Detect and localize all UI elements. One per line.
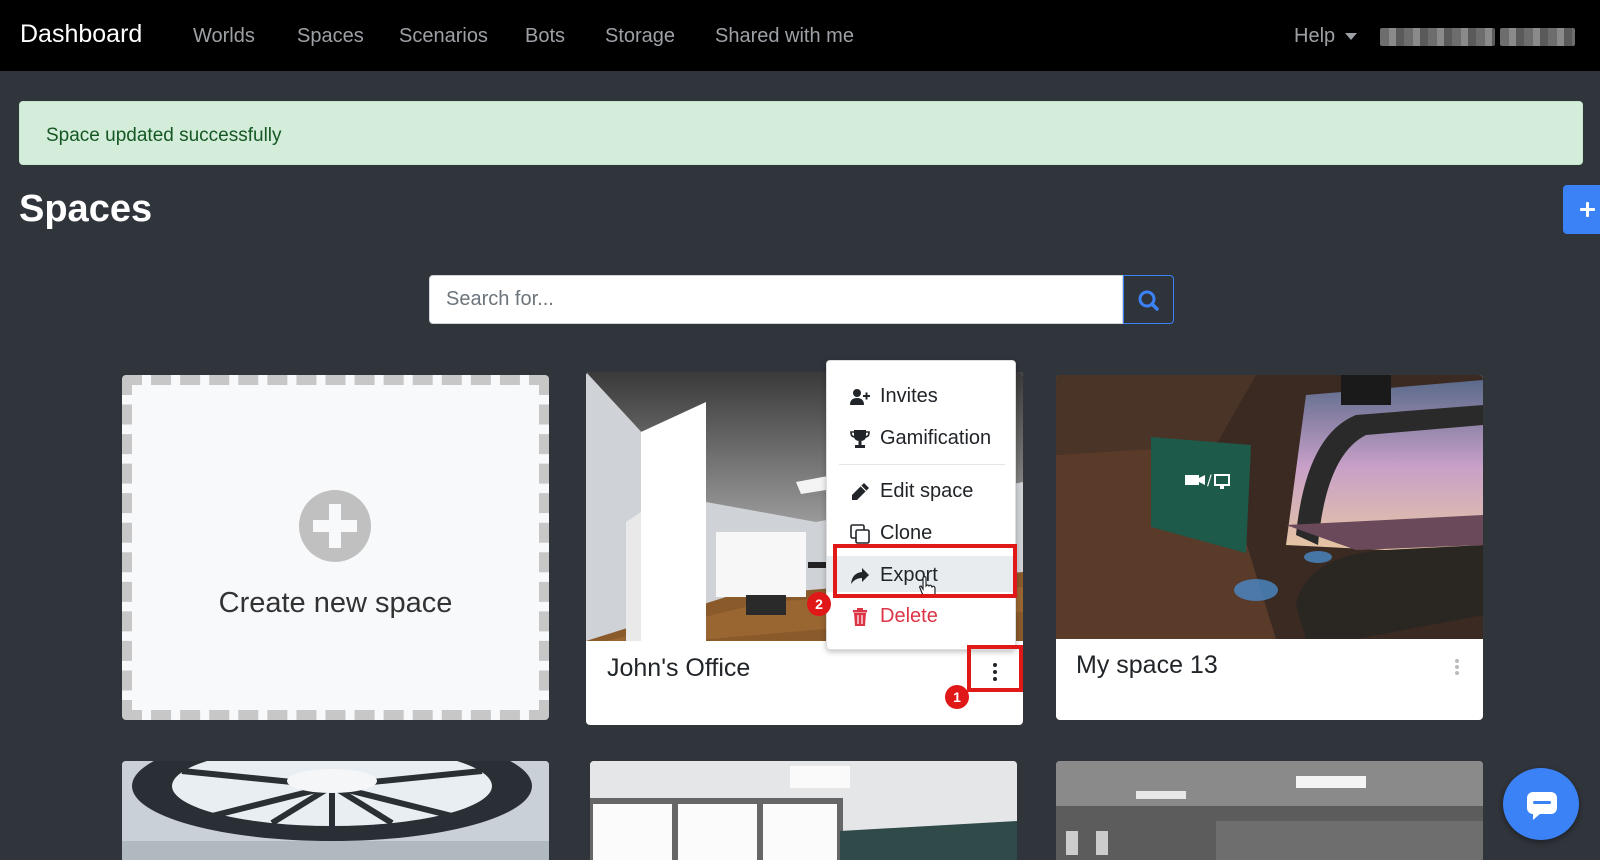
user-email-redacted xyxy=(1500,28,1575,46)
space-thumbnail xyxy=(590,761,1017,860)
menu-item-label: Clone xyxy=(880,522,933,544)
search-icon xyxy=(1138,290,1159,311)
nav-worlds[interactable]: Worlds xyxy=(193,25,255,48)
add-space-button[interactable] xyxy=(1563,185,1600,234)
menu-item-delete[interactable]: Delete xyxy=(827,597,1015,633)
space-card[interactable] xyxy=(590,761,1017,860)
menu-item-label: Delete xyxy=(880,605,938,627)
menu-divider xyxy=(839,464,1005,465)
nav-bots[interactable]: Bots xyxy=(525,25,565,48)
menu-item-label: Gamification xyxy=(880,427,992,449)
chat-widget-button[interactable] xyxy=(1503,768,1579,840)
create-new-space-label: Create new space xyxy=(218,587,453,619)
space-thumbnail xyxy=(122,761,549,860)
alert-text: Space updated successfully xyxy=(46,125,282,146)
brand-link[interactable]: Dashboard xyxy=(20,20,142,49)
caret-down-icon xyxy=(1345,33,1358,41)
pencil-icon xyxy=(852,483,869,500)
svg-text:/: / xyxy=(1207,473,1212,489)
menu-item-label: Invites xyxy=(880,385,938,407)
page-title: Spaces xyxy=(19,188,153,230)
user-plus-icon xyxy=(850,389,870,405)
search-input[interactable] xyxy=(429,275,1123,324)
menu-item-gamification[interactable]: Gamification xyxy=(827,419,1015,455)
more-options-icon[interactable] xyxy=(1455,659,1459,677)
space-thumbnail xyxy=(1056,761,1483,860)
space-card[interactable] xyxy=(1056,761,1483,860)
nav-shared-with-me[interactable]: Shared with me xyxy=(715,25,854,48)
nav-scenarios[interactable]: Scenarios xyxy=(399,25,488,48)
menu-item-edit-space[interactable]: Edit space xyxy=(827,472,1015,508)
help-dropdown[interactable]: Help xyxy=(1294,25,1358,48)
nav-storage[interactable]: Storage xyxy=(605,25,675,48)
user-name-redacted[interactable] xyxy=(1380,28,1495,46)
trophy-icon xyxy=(850,430,870,448)
kebab-highlight-box xyxy=(967,645,1023,692)
space-card-my-space-13[interactable]: / My space 13 xyxy=(1056,375,1483,720)
success-alert: Space updated successfully xyxy=(19,101,1583,165)
help-label: Help xyxy=(1294,25,1336,47)
menu-item-label: Edit space xyxy=(880,480,974,502)
create-new-space-card[interactable]: Create new space xyxy=(122,375,549,720)
nav-spaces[interactable]: Spaces xyxy=(297,25,364,48)
clone-icon xyxy=(850,524,870,544)
space-options-menu: Invites Gamification Edit space Clone Ex… xyxy=(826,360,1016,650)
chat-icon xyxy=(1527,792,1557,820)
space-thumbnail: / xyxy=(1056,375,1483,639)
plus-circle-icon xyxy=(299,490,371,562)
top-navbar: Dashboard Worlds Spaces Scenarios Bots S… xyxy=(0,0,1600,71)
step-badge-1: 1 xyxy=(945,685,969,709)
step-badge-2: 2 xyxy=(807,592,831,616)
space-title[interactable]: My space 13 xyxy=(1076,651,1218,680)
menu-item-invites[interactable]: Invites xyxy=(827,377,1015,413)
trash-icon xyxy=(853,608,867,626)
space-card[interactable] xyxy=(122,761,549,860)
export-highlight-box xyxy=(833,544,1017,598)
search-button[interactable] xyxy=(1123,275,1174,324)
space-title[interactable]: John's Office xyxy=(607,654,750,683)
